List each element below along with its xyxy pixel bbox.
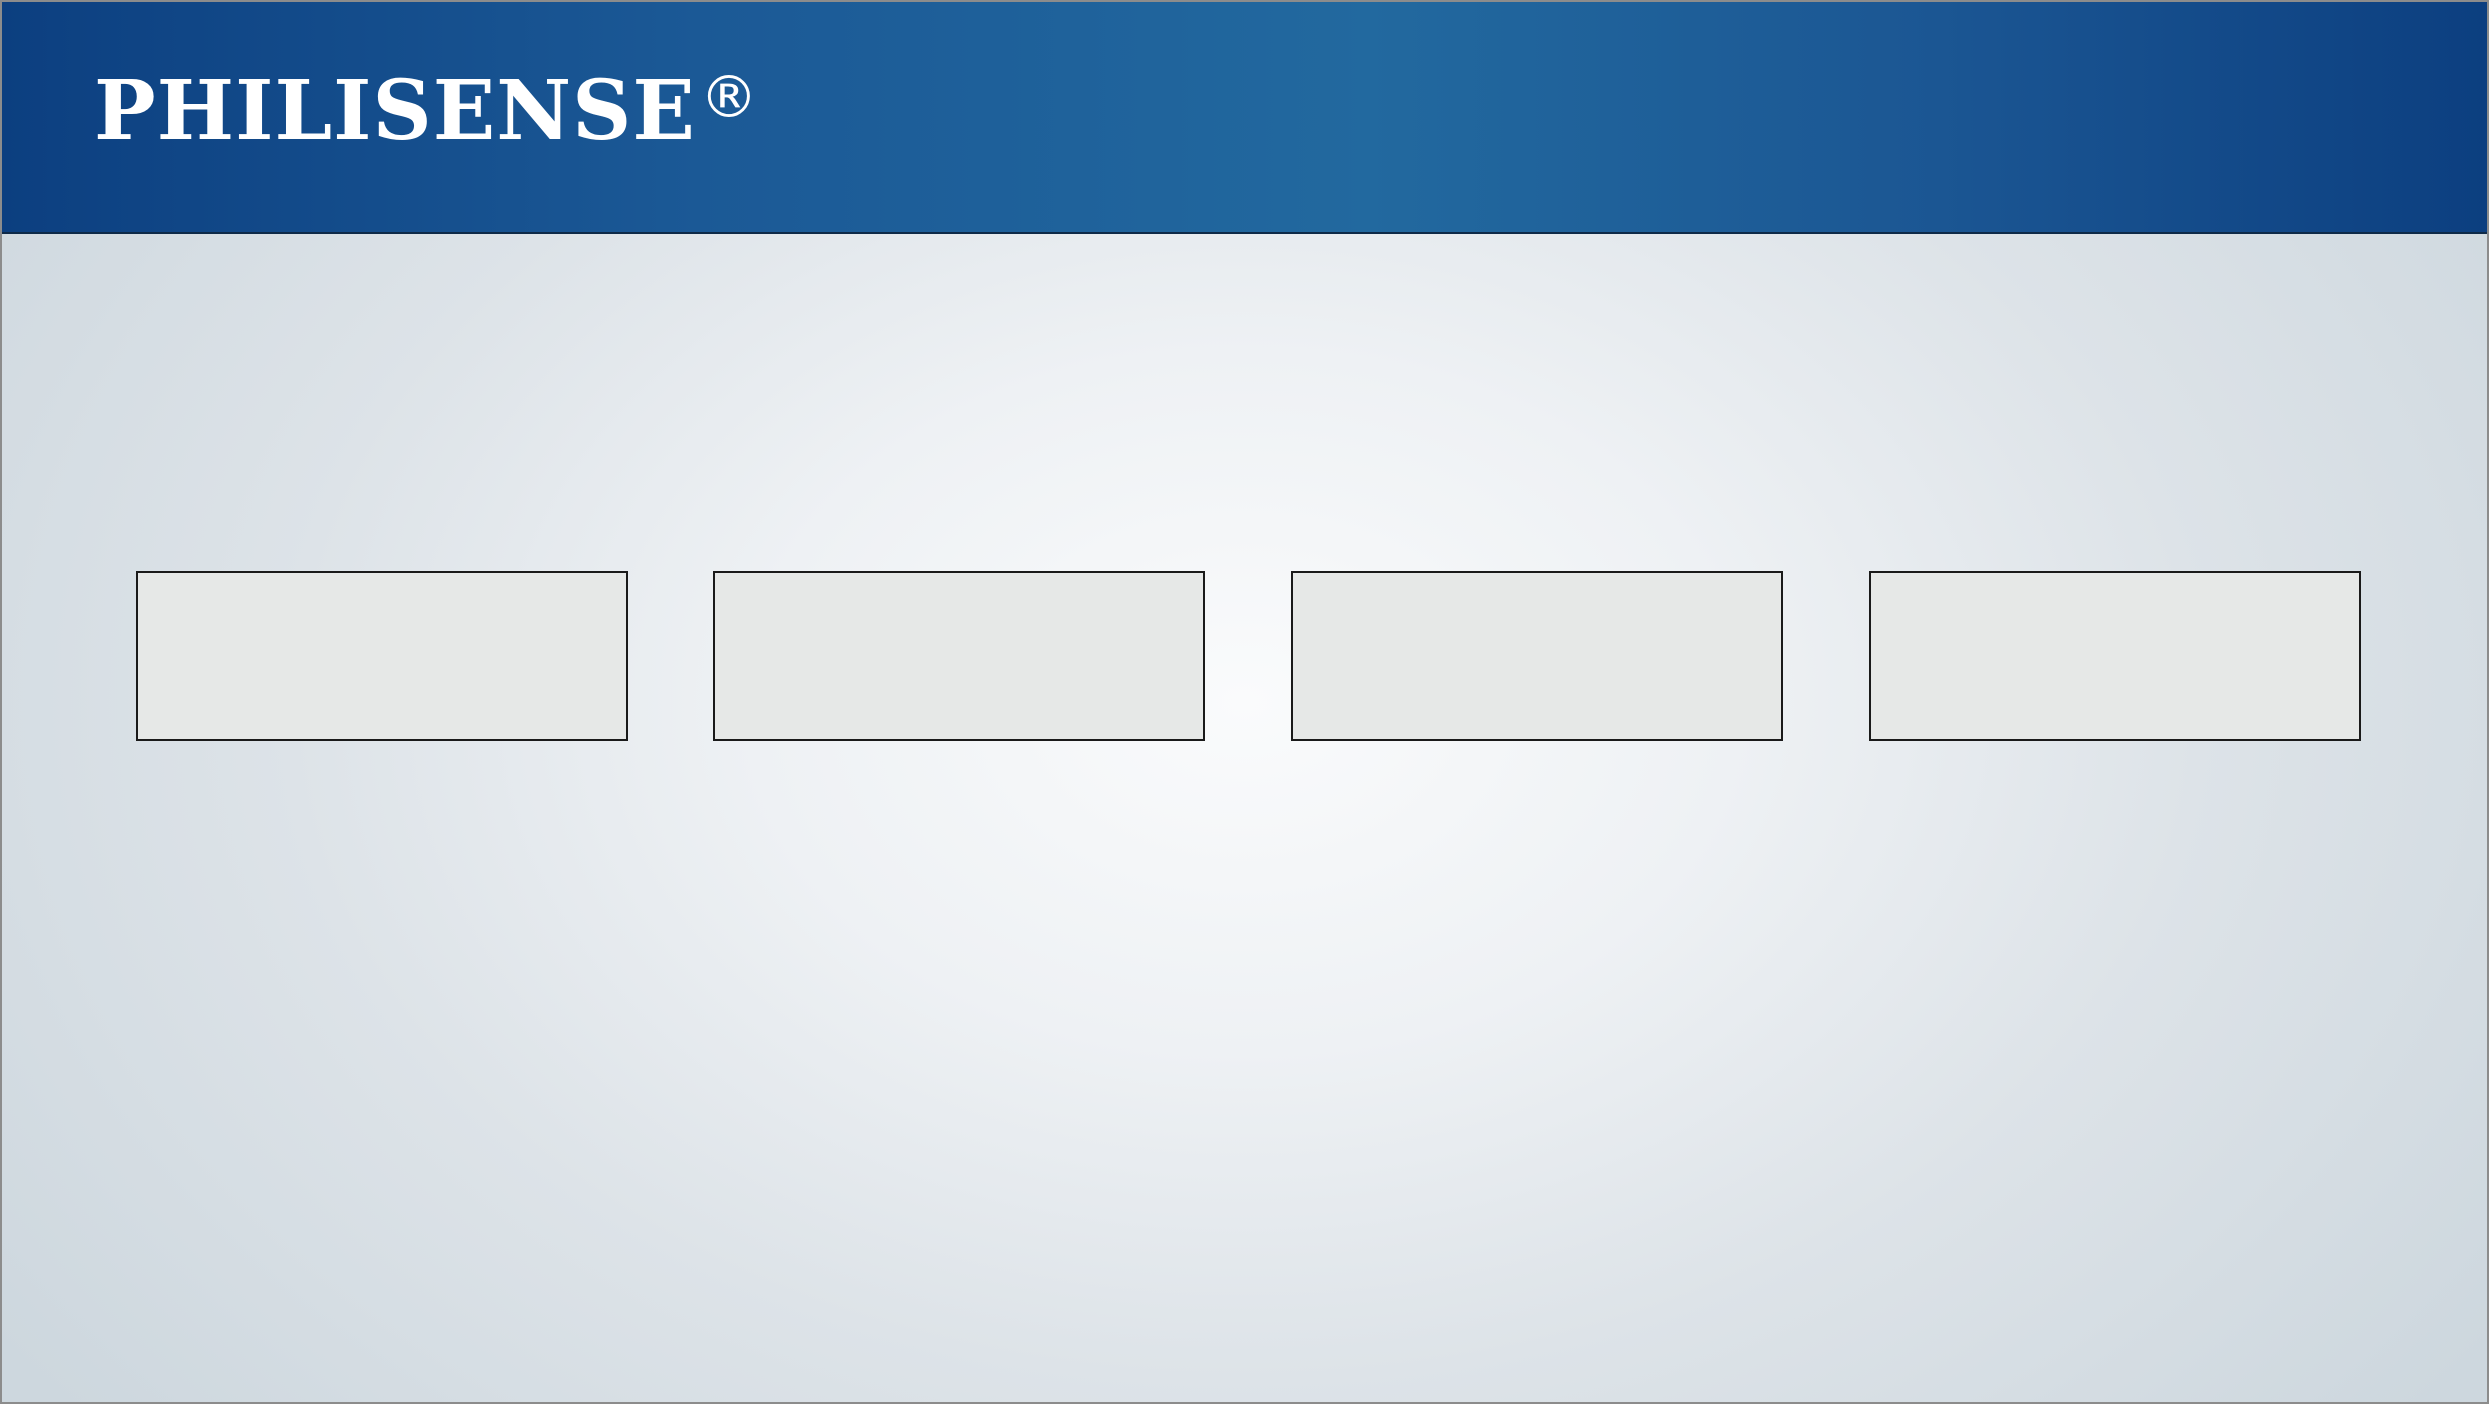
header-bar: PHILISENSE® — [2, 2, 2487, 234]
option-box-1[interactable] — [136, 571, 628, 741]
option-box-3[interactable] — [1291, 571, 1783, 741]
option-box-4[interactable] — [1869, 571, 2361, 741]
registered-mark: ® — [699, 63, 759, 131]
brand-logo: PHILISENSE® — [94, 68, 759, 152]
brand-name: PHILISENSE — [94, 63, 696, 159]
app-window: PHILISENSE® — [0, 0, 2489, 1404]
option-box-2[interactable] — [713, 571, 1205, 741]
